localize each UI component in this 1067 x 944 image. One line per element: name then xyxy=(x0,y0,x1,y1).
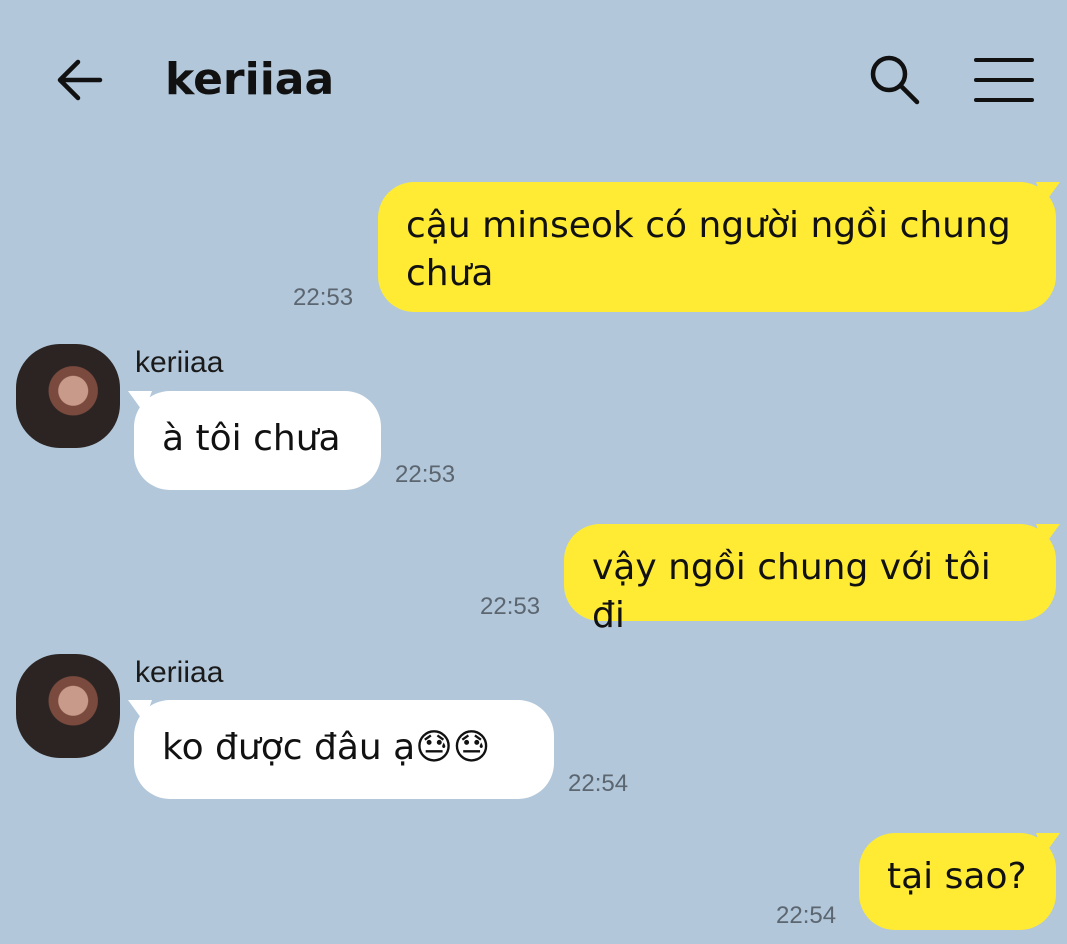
message-bubble-received[interactable]: ko được đâu ạ😓😓 xyxy=(134,700,554,799)
message-time: 22:54 xyxy=(776,902,837,929)
message-text: à tôi chưa xyxy=(162,418,341,459)
message-bubble-received[interactable]: à tôi chưa xyxy=(134,391,381,490)
bubble-tail xyxy=(1036,833,1060,855)
message-bubble-sent[interactable]: vậy ngồi chung với tôi đi xyxy=(564,524,1056,636)
menu-icon xyxy=(974,58,1034,102)
search-icon xyxy=(870,55,920,105)
bubble-tail xyxy=(1036,524,1060,546)
bubble-tail xyxy=(1036,182,1060,204)
back-button[interactable] xyxy=(52,52,108,108)
back-arrow-icon xyxy=(57,59,103,101)
chat-title: keriiaa xyxy=(165,54,335,105)
message-time: 22:54 xyxy=(568,770,629,797)
message-time: 22:53 xyxy=(395,461,456,488)
message-bubble-sent[interactable]: cậu minseok có người ngồi chung chưa xyxy=(378,182,1056,312)
message-time: 22:53 xyxy=(480,593,541,620)
message-text: tại sao? xyxy=(887,856,1027,897)
message-time: 22:53 xyxy=(293,284,354,311)
search-button[interactable] xyxy=(866,52,922,108)
sender-name: keriiaa xyxy=(135,346,224,379)
sender-name: keriiaa xyxy=(135,656,224,689)
bubble-tail xyxy=(128,391,152,413)
message-bubble-sent[interactable]: tại sao? xyxy=(859,833,1056,930)
message-text: ko được đâu ạ😓😓 xyxy=(162,727,491,768)
bubble-tail xyxy=(128,700,152,722)
message-text: vậy ngồi chung với tôi đi xyxy=(592,547,991,636)
avatar[interactable] xyxy=(16,344,120,448)
message-text: cậu minseok có người ngồi chung chưa xyxy=(406,205,1011,294)
chat-header: keriiaa xyxy=(0,0,1067,160)
avatar[interactable] xyxy=(16,654,120,758)
menu-button[interactable] xyxy=(972,52,1036,108)
